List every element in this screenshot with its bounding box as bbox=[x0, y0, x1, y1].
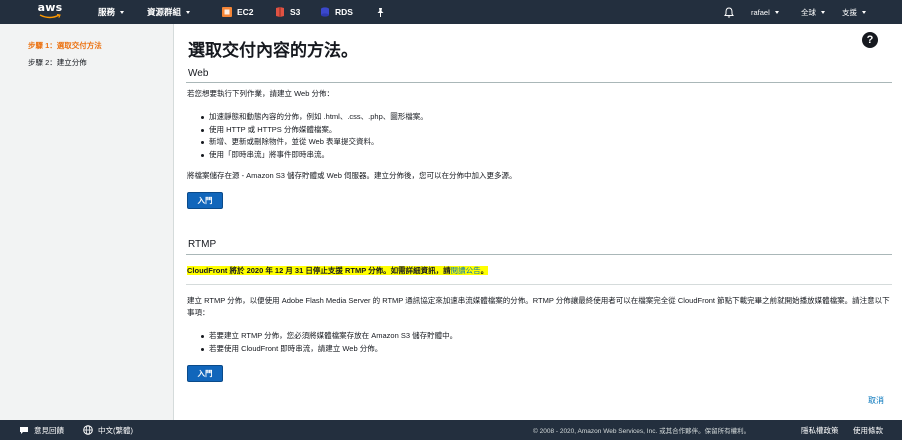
ec2-icon bbox=[222, 7, 232, 17]
ec2-shortcut[interactable]: EC2 bbox=[222, 0, 254, 24]
web-section-heading: Web bbox=[188, 68, 209, 79]
deprecation-notice-text: CloudFront 將於 2020 年 12 月 31 日停止支援 RTMP … bbox=[187, 266, 451, 275]
resource-groups-label: 資源群組 bbox=[147, 7, 182, 17]
rds-icon bbox=[321, 7, 329, 17]
rtmp-deprecation-notice: CloudFront 將於 2020 年 12 月 31 日停止支援 RTMP … bbox=[187, 265, 489, 276]
wizard-steps-sidebar: 步驟 1：選取交付方法 步驟 2：建立分佈 bbox=[0, 24, 174, 420]
step-select-delivery-method[interactable]: 步驟 1：選取交付方法 bbox=[28, 40, 102, 51]
deprecation-notice-end: 。 bbox=[480, 266, 489, 275]
web-origin-note: 將檔案儲存在源 - Amazon S3 儲存貯體或 Web 伺服器。建立分佈後，… bbox=[187, 171, 517, 180]
aws-smile-icon bbox=[39, 14, 61, 19]
cancel-link[interactable]: 取消 bbox=[868, 395, 884, 406]
resource-groups-menu[interactable]: 資源群組 bbox=[147, 0, 191, 24]
rtmp-notice-divider bbox=[186, 284, 892, 285]
speech-bubble-icon bbox=[20, 426, 28, 434]
feedback-label: 意見回饋 bbox=[34, 425, 64, 435]
privacy-policy-link[interactable]: 隱私權政策 bbox=[801, 420, 839, 440]
s3-icon bbox=[276, 7, 284, 17]
web-get-started-button[interactable]: 入門 bbox=[187, 192, 223, 209]
list-item: 加速靜態和動態內容的分佈，例如 .html、.css、.php、圖形檔案。 bbox=[201, 111, 428, 124]
s3-shortcut[interactable]: S3 bbox=[275, 0, 300, 24]
services-menu[interactable]: 服務 bbox=[98, 0, 125, 24]
account-menu[interactable]: rafael bbox=[751, 0, 779, 24]
chevron-down-icon bbox=[120, 10, 125, 14]
aws-logo[interactable]: aws bbox=[37, 2, 63, 22]
chevron-down-icon bbox=[186, 10, 191, 14]
notifications-button[interactable] bbox=[724, 0, 734, 24]
s3-label: S3 bbox=[290, 7, 301, 17]
list-item: 使用 HTTP 或 HTTPS 分佈媒體檔案。 bbox=[201, 124, 428, 137]
region-label: 全球 bbox=[801, 7, 816, 17]
rtmp-description: 建立 RTMP 分佈，以便使用 Adobe Flash Media Server… bbox=[187, 296, 890, 317]
chevron-down-icon bbox=[774, 10, 779, 14]
top-navigation-bar: aws 服務 資源群組 EC2 S3 RDS rafael 全球 支援 bbox=[0, 0, 902, 24]
ec2-label: EC2 bbox=[237, 7, 254, 17]
copyright-text: © 2008 - 2020, Amazon Web Services, Inc.… bbox=[533, 428, 751, 435]
step-create-distribution[interactable]: 步驟 2：建立分佈 bbox=[28, 57, 87, 68]
pin-shortcuts-button[interactable] bbox=[376, 0, 385, 24]
web-intro-text: 若您想要執行下列作業，請建立 Web 分佈： bbox=[187, 89, 334, 98]
list-item: 新增、更新或刪除物件，並從 Web 表單提交資料。 bbox=[201, 136, 428, 149]
account-username: rafael bbox=[751, 7, 770, 17]
list-item: 若要使用 CloudFront 即時串流，請建立 Web 分佈。 bbox=[201, 343, 457, 356]
support-label: 支援 bbox=[842, 7, 857, 17]
web-section-divider bbox=[186, 82, 892, 83]
rds-label: RDS bbox=[335, 7, 353, 17]
web-use-cases-list: 加速靜態和動態內容的分佈，例如 .html、.css、.php、圖形檔案。 使用… bbox=[201, 111, 428, 161]
globe-icon bbox=[83, 425, 93, 435]
chevron-down-icon bbox=[862, 10, 866, 14]
rds-shortcut[interactable]: RDS bbox=[320, 0, 353, 24]
list-item: 使用「即時串流」將事件即時串流。 bbox=[201, 149, 428, 162]
support-menu[interactable]: 支援 bbox=[842, 0, 866, 24]
footer-bar: 意見回饋 中文(繁體) © 2008 - 2020, Amazon Web Se… bbox=[0, 420, 902, 440]
terms-of-use-link[interactable]: 使用條款 bbox=[853, 420, 883, 440]
rtmp-notes-list: 若要建立 RTMP 分佈，您必須將媒體檔案存放在 Amazon S3 儲存貯體中… bbox=[201, 330, 457, 355]
rtmp-section-divider bbox=[186, 254, 892, 255]
page-title: 選取交付內容的方法。 bbox=[188, 41, 358, 60]
help-icon[interactable]: ? bbox=[862, 32, 878, 48]
rtmp-section-heading: RTMP bbox=[188, 239, 217, 250]
read-announcement-link[interactable]: 閱讀公告 bbox=[450, 266, 481, 275]
list-item: 若要建立 RTMP 分佈，您必須將媒體檔案存放在 Amazon S3 儲存貯體中… bbox=[201, 330, 457, 343]
aws-logo-text: aws bbox=[37, 1, 63, 14]
feedback-button[interactable]: 意見回饋 bbox=[19, 420, 64, 440]
language-selector[interactable]: 中文(繁體) bbox=[83, 420, 133, 440]
services-label: 服務 bbox=[98, 7, 116, 17]
language-label: 中文(繁體) bbox=[98, 425, 133, 435]
chevron-down-icon bbox=[821, 10, 825, 14]
main-content: 選取交付內容的方法。 ? Web 若您想要執行下列作業，請建立 Web 分佈： … bbox=[174, 24, 902, 420]
region-menu[interactable]: 全球 bbox=[801, 0, 825, 24]
rtmp-get-started-button[interactable]: 入門 bbox=[187, 365, 223, 382]
bell-icon bbox=[724, 6, 734, 18]
pin-icon bbox=[377, 7, 384, 17]
